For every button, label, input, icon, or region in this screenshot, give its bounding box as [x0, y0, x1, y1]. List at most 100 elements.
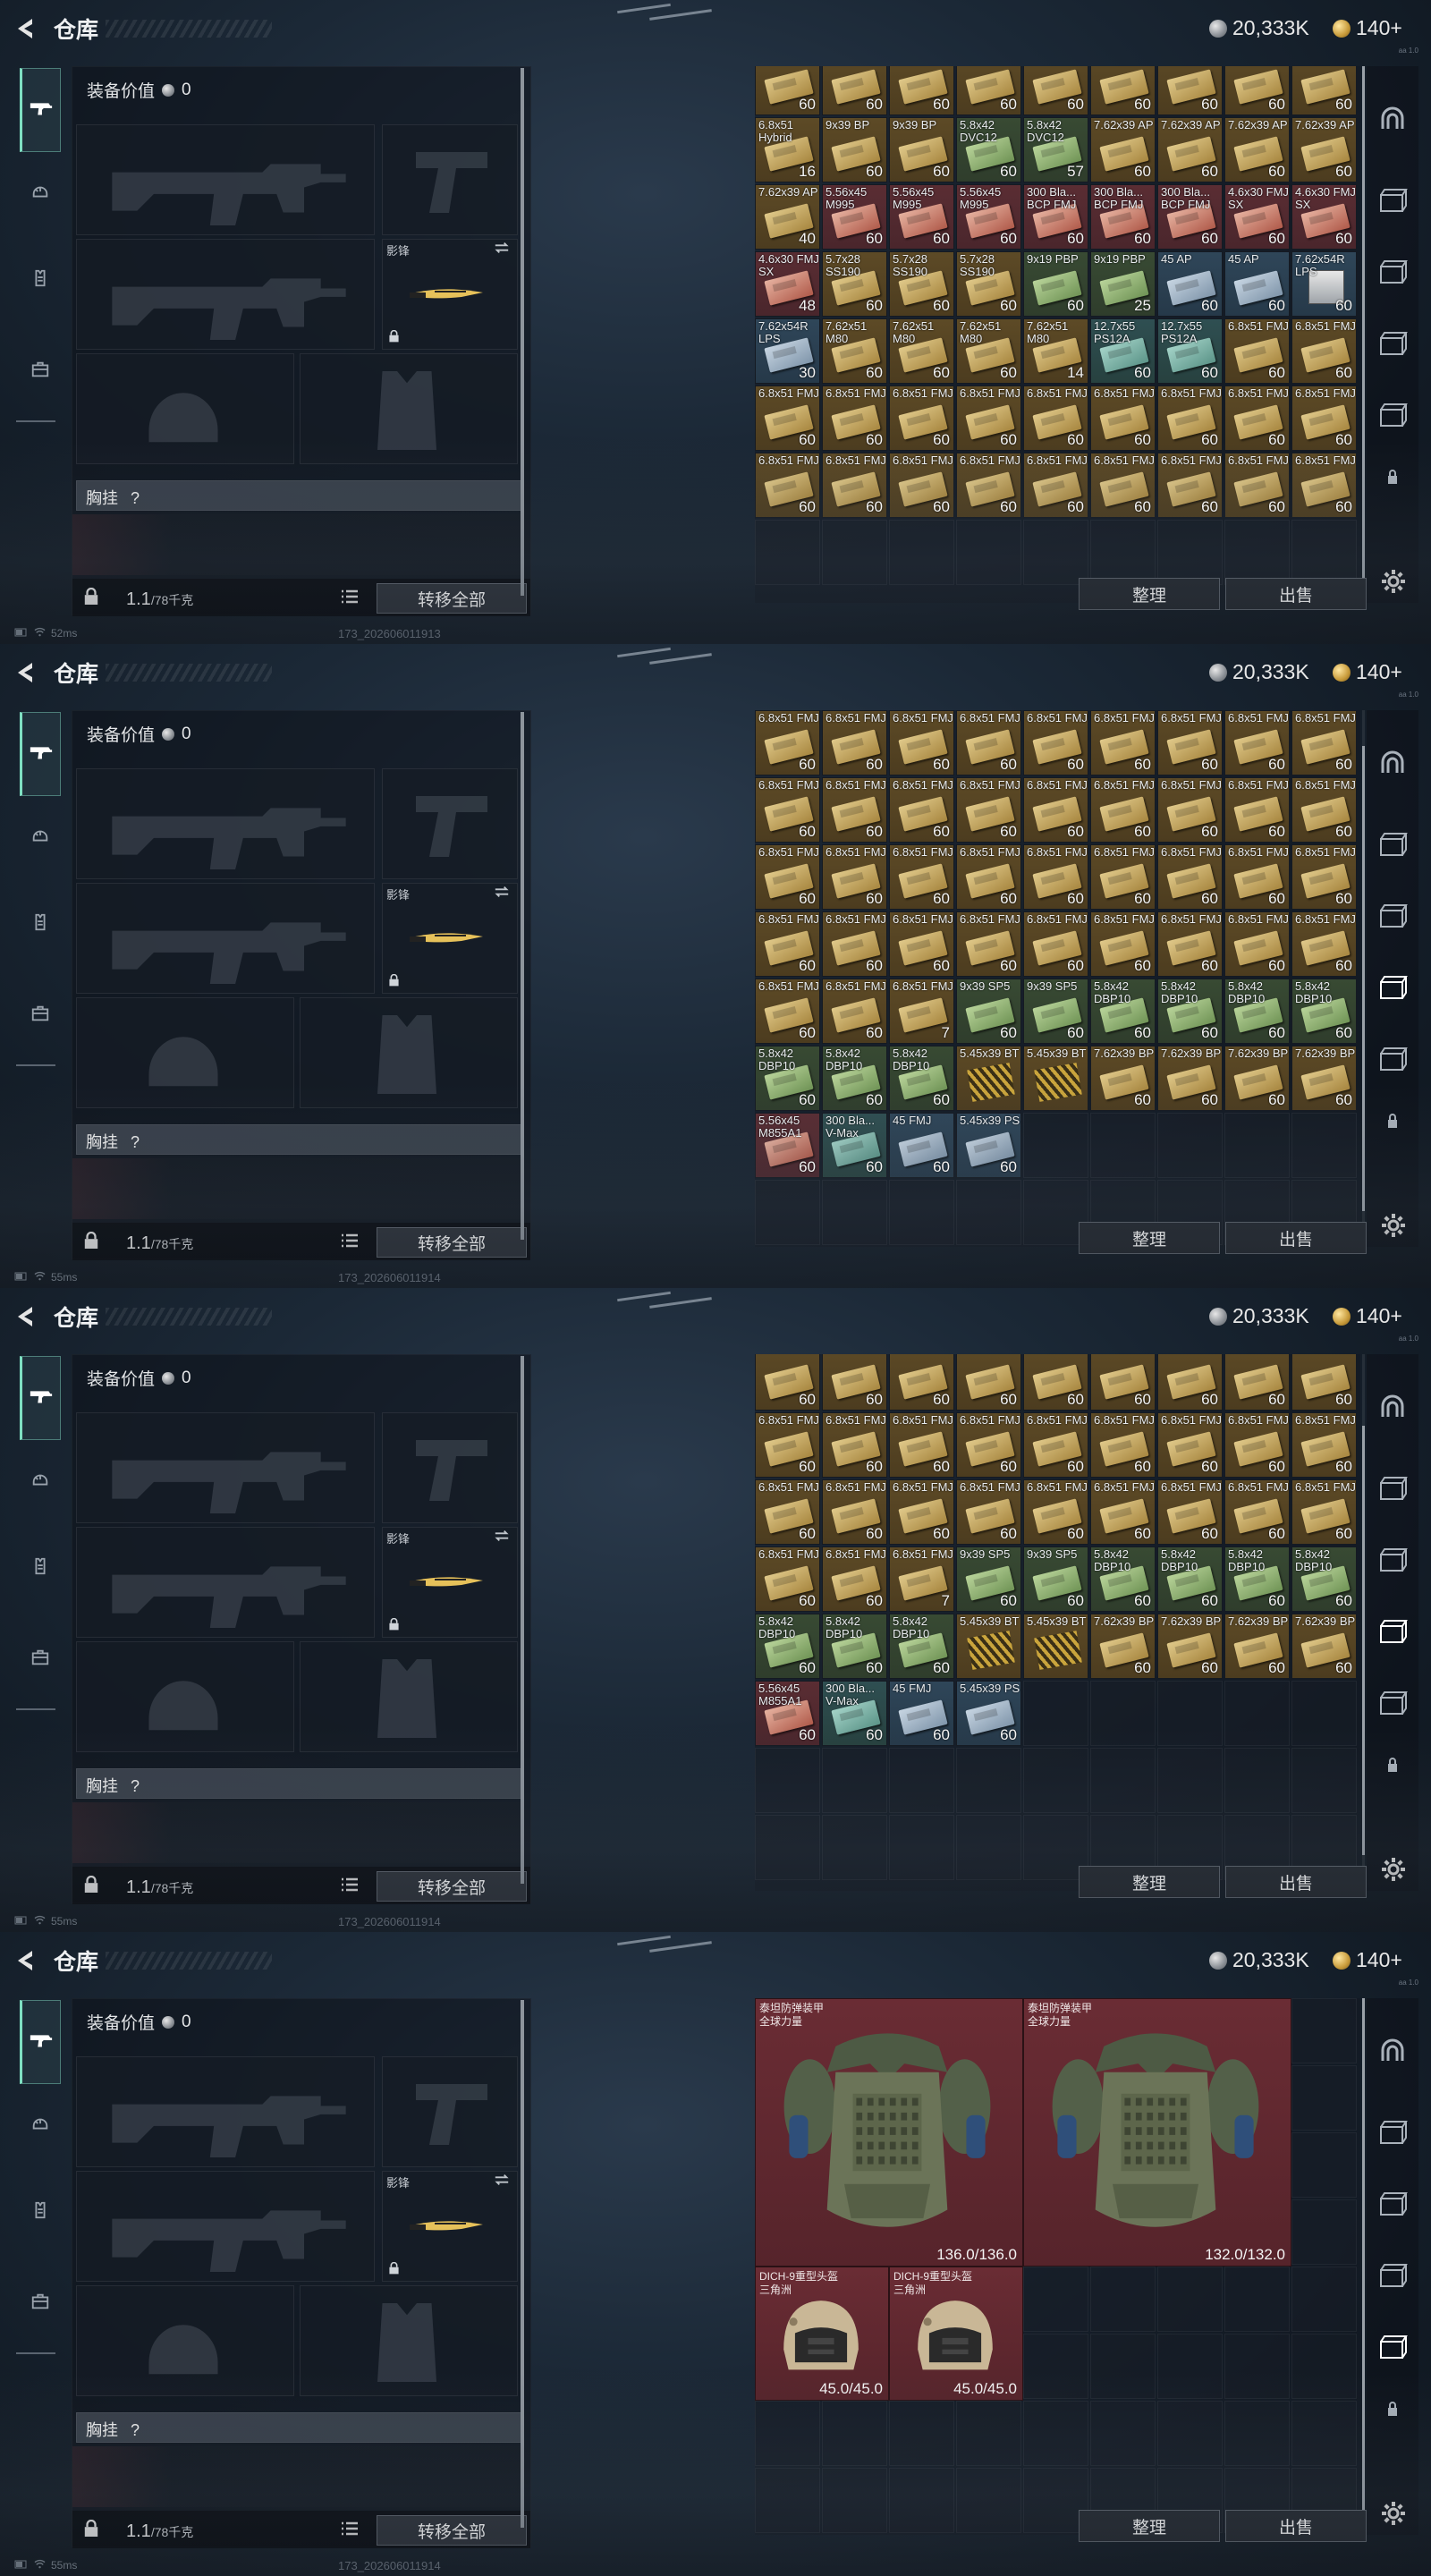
- list-view-icon[interactable]: [341, 589, 359, 608]
- empty-slot[interactable]: [889, 1180, 954, 1245]
- ammo-item[interactable]: 60: [822, 66, 887, 115]
- ammo-item[interactable]: 9x39 SP5 60: [956, 1546, 1021, 1612]
- ammo-item[interactable]: 6.8x51 FMJ 60: [956, 710, 1021, 775]
- ammo-item[interactable]: 6.8x51 FMJ 60: [1090, 844, 1156, 910]
- primary-weapon-slot[interactable]: [76, 2056, 375, 2167]
- secondary-weapon-slot[interactable]: [76, 2171, 375, 2282]
- gold-balance[interactable]: 140+: [1333, 660, 1402, 684]
- empty-slot[interactable]: [1224, 1815, 1290, 1880]
- body-armor-slot[interactable]: [300, 1641, 518, 1752]
- primary-weapon-slot[interactable]: [76, 124, 375, 235]
- ammo-item[interactable]: 5.8x42 DBP10 60: [822, 1614, 887, 1679]
- ammo-item[interactable]: 5.45x39 BT: [956, 1046, 1021, 1111]
- helmet-item[interactable]: DICH-9重型头盔 三角洲 45.0/45.0: [755, 2267, 889, 2401]
- empty-slot[interactable]: [755, 1180, 820, 1245]
- ammo-item[interactable]: 6.8x51 FMJ 60: [755, 979, 820, 1044]
- empty-slot[interactable]: [1291, 2334, 1357, 2399]
- loadout-scrollbar[interactable]: [521, 1356, 524, 1884]
- ammo-item[interactable]: 6.8x51 FMJ 60: [1090, 1412, 1156, 1478]
- rnav-storage-3[interactable]: [1376, 1614, 1410, 1648]
- helmet-item[interactable]: DICH-9重型头盔 三角洲 45.0/45.0: [889, 2267, 1023, 2401]
- ammo-item[interactable]: 60: [1023, 66, 1088, 115]
- ammo-item[interactable]: 5.7x28 SS190 60: [956, 251, 1021, 317]
- ammo-item[interactable]: 300 Bla... V-Max 60: [822, 1113, 887, 1178]
- empty-slot[interactable]: [822, 520, 887, 585]
- empty-slot[interactable]: [956, 1815, 1021, 1880]
- ammo-item[interactable]: 6.8x51 FMJ 60: [822, 777, 887, 843]
- ammo-item[interactable]: 6.8x51 FMJ 60: [755, 911, 820, 977]
- ammo-item[interactable]: 5.8x42 DBP10 60: [1157, 979, 1223, 1044]
- ammo-item[interactable]: 45 AP 60: [1224, 251, 1290, 317]
- rnav-storage-1[interactable]: [1376, 826, 1410, 860]
- melee-slot[interactable]: 影锋: [382, 2171, 518, 2282]
- nav-backpack-tab[interactable]: [20, 351, 61, 392]
- empty-slot[interactable]: [1157, 1180, 1223, 1245]
- empty-slot[interactable]: [1157, 1748, 1223, 1813]
- ammo-item[interactable]: 300 Bla... V-Max 60: [822, 1681, 887, 1746]
- ammo-item[interactable]: 5.45x39 BT: [1023, 1614, 1088, 1679]
- ammo-item[interactable]: 6.8x51 FMJ 60: [1157, 1479, 1223, 1545]
- ammo-item[interactable]: 6.8x51 FMJ 60: [822, 911, 887, 977]
- ammo-item[interactable]: 6.8x51 FMJ 60: [889, 844, 954, 910]
- pistol-slot[interactable]: [382, 1412, 518, 1523]
- empty-slot[interactable]: [1090, 1113, 1156, 1178]
- rnav-storage-3[interactable]: [1376, 326, 1410, 360]
- ammo-item[interactable]: 6.8x51 FMJ 60: [1224, 1479, 1290, 1545]
- ammo-item[interactable]: 6.8x51 FMJ 60: [1291, 1412, 1357, 1478]
- back-arrow-icon[interactable]: [13, 1303, 39, 1330]
- ammo-item[interactable]: 6.8x51 FMJ 60: [1291, 1479, 1357, 1545]
- empty-slot[interactable]: [1291, 520, 1357, 585]
- ammo-item[interactable]: 6.8x51 FMJ 60: [1224, 453, 1290, 518]
- ammo-item[interactable]: 6.8x51 FMJ 60: [755, 1546, 820, 1612]
- ammo-item[interactable]: 60: [755, 66, 820, 115]
- list-view-icon[interactable]: [341, 2521, 359, 2540]
- koin-balance[interactable]: 20,333K: [1209, 1304, 1309, 1328]
- ammo-item[interactable]: 5.8x42 DBP10 60: [1291, 1546, 1357, 1612]
- empty-slot[interactable]: [1157, 2334, 1223, 2399]
- rnav-storage-1[interactable]: [1376, 182, 1410, 216]
- ammo-item[interactable]: 4.6x30 FMJ SX 48: [755, 251, 820, 317]
- empty-slot[interactable]: [1090, 520, 1156, 585]
- ammo-item[interactable]: 60: [1291, 1354, 1357, 1411]
- ammo-item[interactable]: 7.62x39 BP 60: [1157, 1046, 1223, 1111]
- ammo-item[interactable]: 6.8x51 FMJ 60: [755, 1412, 820, 1478]
- empty-slot[interactable]: [1157, 2468, 1223, 2533]
- ammo-item[interactable]: 4.6x30 FMJ SX 60: [1291, 184, 1357, 250]
- ammo-item[interactable]: 6.8x51 FMJ 60: [1157, 710, 1223, 775]
- empty-slot[interactable]: [755, 1748, 820, 1813]
- rnav-stash-home[interactable]: [1376, 2034, 1410, 2068]
- ammo-item[interactable]: 6.8x51 FMJ 60: [822, 453, 887, 518]
- ammo-item[interactable]: 9x39 BP 60: [889, 117, 954, 182]
- sell-button[interactable]: 出售: [1225, 1866, 1367, 1898]
- ammo-item[interactable]: 5.7x28 SS190 60: [822, 251, 887, 317]
- ammo-item[interactable]: 7.62x51 M80 60: [956, 318, 1021, 384]
- ammo-item[interactable]: 12.7x55 PS12A 60: [1157, 318, 1223, 384]
- empty-slot[interactable]: [1224, 2468, 1290, 2533]
- ammo-item[interactable]: 7.62x39 AP 60: [1224, 117, 1290, 182]
- empty-slot[interactable]: [1291, 2468, 1357, 2533]
- nav-armor-tab[interactable]: [20, 2106, 61, 2147]
- empty-slot[interactable]: [956, 1180, 1021, 1245]
- ammo-item[interactable]: 6.8x51 FMJ 60: [1224, 318, 1290, 384]
- nav-backpack-tab[interactable]: [20, 1639, 61, 1680]
- nav-rig-tab[interactable]: [20, 1547, 61, 1589]
- empty-slot[interactable]: [1090, 2468, 1156, 2533]
- ammo-item[interactable]: 5.8x42 DBP10 60: [1291, 979, 1357, 1044]
- empty-slot[interactable]: [1224, 1113, 1290, 1178]
- empty-slot[interactable]: [1224, 1180, 1290, 1245]
- ammo-item[interactable]: 7.62x51 M80 14: [1023, 318, 1088, 384]
- stash-scrollbar[interactable]: [1362, 66, 1365, 603]
- ammo-item[interactable]: 6.8x51 FMJ 60: [956, 844, 1021, 910]
- ammo-item[interactable]: 5.8x42 DBP10 60: [1224, 1546, 1290, 1612]
- ammo-item[interactable]: 6.8x51 FMJ 60: [1291, 386, 1357, 451]
- ammo-item[interactable]: 6.8x51 FMJ 60: [1023, 386, 1088, 451]
- melee-slot[interactable]: 影锋: [382, 239, 518, 350]
- lock-loadout-icon[interactable]: [83, 587, 99, 610]
- empty-slot[interactable]: [1157, 1681, 1223, 1746]
- empty-slot[interactable]: [1023, 2468, 1088, 2533]
- nav-backpack-tab[interactable]: [20, 995, 61, 1036]
- ammo-item[interactable]: 9x19 PBP 60: [1023, 251, 1088, 317]
- ammo-item[interactable]: 4.6x30 FMJ SX 60: [1224, 184, 1290, 250]
- empty-slot[interactable]: [1023, 1748, 1088, 1813]
- ammo-item[interactable]: 5.56x45 M855A1 60: [755, 1113, 820, 1178]
